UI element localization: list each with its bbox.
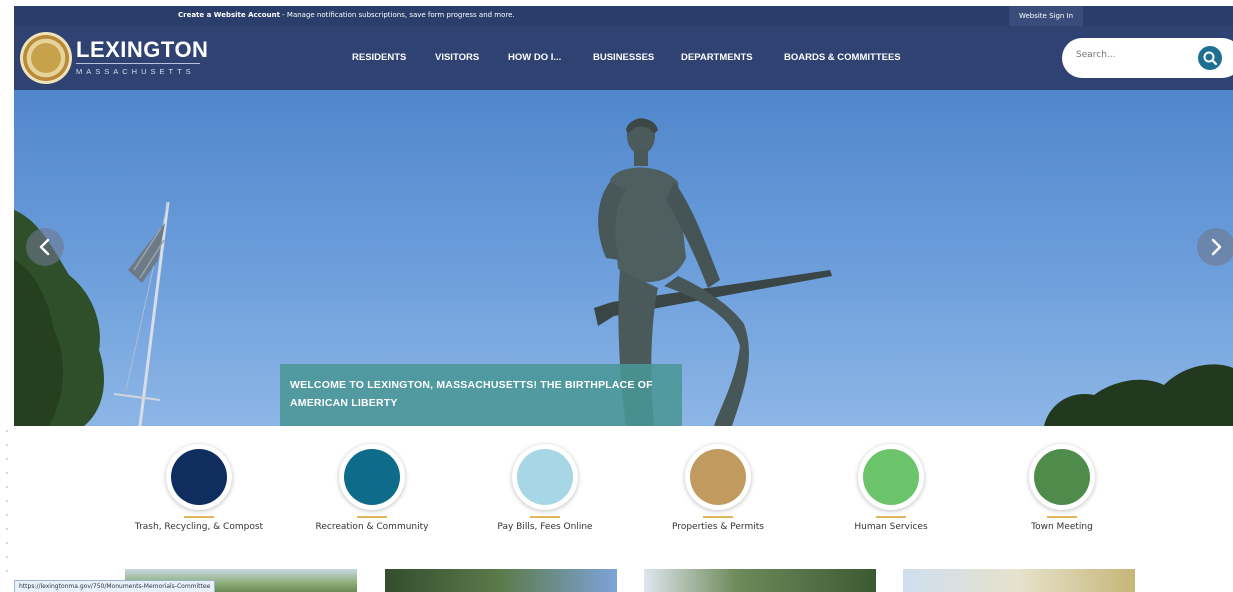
website-sign-in-button[interactable]: Website Sign In [1009, 6, 1083, 26]
quick-link-trash-recycling[interactable]: Trash, Recycling, & Compost [114, 444, 284, 544]
create-account-link[interactable]: Create a Website Account - Manage notifi… [178, 11, 515, 19]
quick-link-properties-permits[interactable]: Properties & Permits [633, 444, 803, 544]
create-account-link-text: Create a Website Account [178, 11, 280, 19]
quick-link-town-meeting[interactable]: Town Meeting [977, 444, 1147, 544]
nav-residents[interactable]: RESIDENTS [352, 52, 406, 63]
pay-bills-icon [517, 449, 573, 505]
quick-link-accent [876, 516, 906, 518]
quick-link-label: Town Meeting [1031, 522, 1093, 532]
quick-link-label: Recreation & Community [315, 522, 429, 532]
page-edge-dots [6, 430, 8, 580]
search-icon [1203, 51, 1218, 66]
utility-bar: Create a Website Account - Manage notifi… [14, 6, 1233, 26]
feature-card-image[interactable] [385, 569, 617, 592]
quick-link-label: Pay Bills, Fees Online [497, 522, 593, 532]
hero-slideshow: WELCOME TO LEXINGTON, MASSACHUSETTS! THE… [14, 90, 1233, 426]
quick-link-accent [703, 516, 733, 518]
feature-card-image[interactable] [644, 569, 876, 592]
quick-link-label: Human Services [854, 522, 928, 532]
quick-link-label: Trash, Recycling, & Compost [134, 522, 264, 532]
quick-link-ring [685, 444, 751, 510]
search-button[interactable] [1198, 46, 1222, 70]
hero-caption[interactable]: WELCOME TO LEXINGTON, MASSACHUSETTS! THE… [280, 364, 682, 426]
nav-departments[interactable]: DEPARTMENTS [681, 52, 753, 63]
quick-link-ring [166, 444, 232, 510]
nav-how-do-i[interactable]: HOW DO I... [508, 52, 561, 63]
hero-prev-button[interactable] [26, 228, 64, 266]
feature-card-image[interactable] [903, 569, 1135, 592]
quick-links: Trash, Recycling, & Compost Recreation &… [14, 444, 1233, 544]
quick-link-accent [184, 516, 214, 518]
quick-link-accent [1047, 516, 1077, 518]
status-bar-url: https://lexingtonma.gov/750/Monuments-Me… [14, 580, 216, 592]
site-header: LEXINGTON MASSACHUSETTS RESIDENTS VISITO… [14, 26, 1233, 90]
chevron-right-icon [1211, 238, 1222, 256]
quick-link-accent [357, 516, 387, 518]
quick-link-recreation[interactable]: Recreation & Community [287, 444, 457, 544]
create-account-description: - Manage notification subscriptions, sav… [279, 11, 515, 19]
search-box [1062, 38, 1233, 78]
chevron-left-icon [39, 238, 50, 256]
properties-permits-icon [690, 449, 746, 505]
human-services-icon [863, 449, 919, 505]
main-nav: RESIDENTS VISITORS HOW DO I... BUSINESSE… [14, 26, 1233, 90]
quick-link-human-services[interactable]: Human Services [806, 444, 976, 544]
hero-caption-text: WELCOME TO LEXINGTON, MASSACHUSETTS! THE… [290, 379, 653, 409]
nav-visitors[interactable]: VISITORS [435, 52, 479, 63]
town-meeting-icon [1034, 449, 1090, 505]
quick-link-ring [339, 444, 405, 510]
nav-boards-committees[interactable]: BOARDS & COMMITTEES [784, 52, 901, 63]
recreation-icon [344, 449, 400, 505]
quick-link-label: Properties & Permits [672, 522, 764, 532]
quick-link-ring [858, 444, 924, 510]
quick-link-accent [530, 516, 560, 518]
search-input[interactable] [1076, 50, 1186, 60]
quick-link-ring [512, 444, 578, 510]
trash-recycling-icon [171, 449, 227, 505]
nav-businesses[interactable]: BUSINESSES [593, 52, 654, 63]
quick-link-pay-bills[interactable]: Pay Bills, Fees Online [460, 444, 630, 544]
hero-next-button[interactable] [1197, 228, 1233, 266]
page: Create a Website Account - Manage notifi… [14, 6, 1233, 592]
quick-link-ring [1029, 444, 1095, 510]
